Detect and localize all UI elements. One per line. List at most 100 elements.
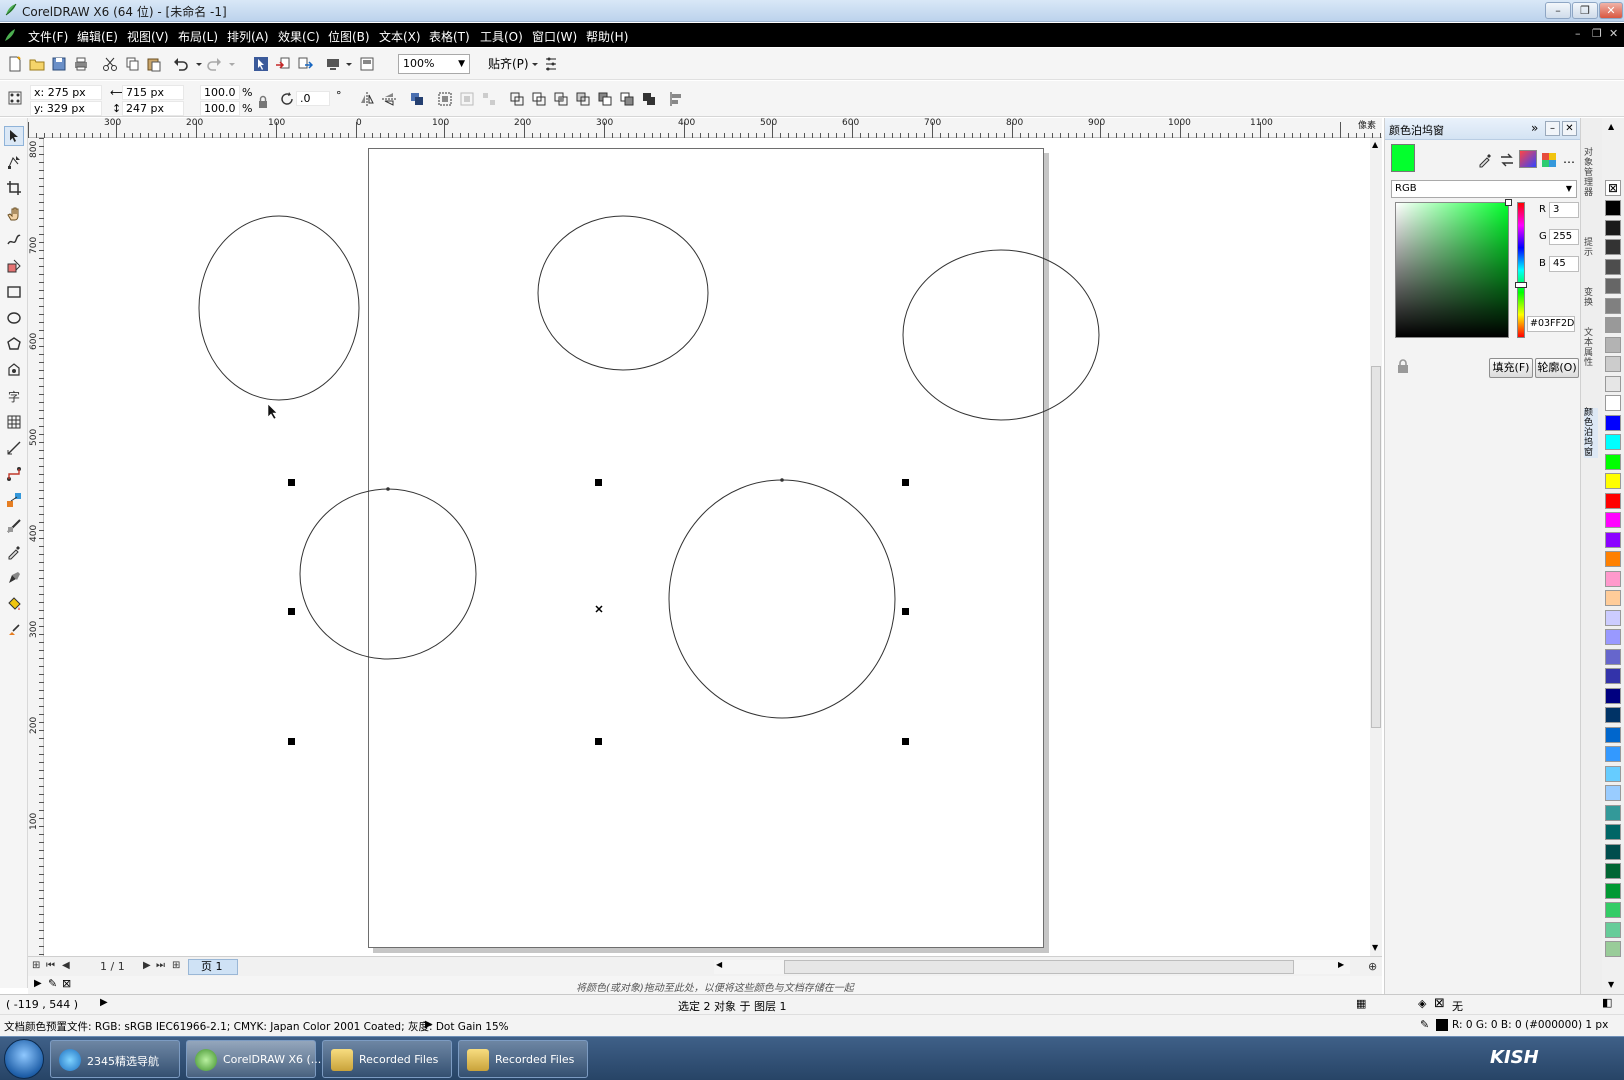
- palette-swatch[interactable]: [1605, 863, 1621, 879]
- palette-expand-icon[interactable]: ▶: [34, 978, 42, 989]
- dimension-tool-icon[interactable]: [4, 438, 24, 458]
- copy-icon[interactable]: [123, 55, 141, 73]
- vertical-ruler[interactable]: 800 700 600 500 400 300 200 100: [28, 138, 44, 956]
- selection-handle[interactable]: [595, 738, 602, 745]
- side-tab-transform[interactable]: 变换: [1584, 288, 1598, 308]
- scale-y-field[interactable]: 100.0: [200, 101, 240, 116]
- ellipse-object[interactable]: [198, 215, 360, 401]
- palette-swatch[interactable]: [1605, 785, 1621, 801]
- mdi-minimize-button[interactable]: –: [1575, 27, 1581, 40]
- lock-icon[interactable]: [1395, 358, 1411, 374]
- rectangle-tool-icon[interactable]: [4, 282, 24, 302]
- side-tab-color-docker[interactable]: 颜色泊坞窗: [1584, 408, 1598, 458]
- add-page-before-icon[interactable]: ⊞: [32, 960, 40, 971]
- red-channel-field[interactable]: 3: [1549, 202, 1579, 218]
- close-button[interactable]: ✕: [1599, 2, 1623, 19]
- pick-tool-icon[interactable]: [4, 126, 24, 146]
- menu-file[interactable]: 文件(F): [28, 28, 68, 45]
- undo-icon[interactable]: [172, 55, 190, 73]
- redo-dropdown-icon[interactable]: [223, 55, 241, 73]
- color-model-select[interactable]: RGB ▼: [1391, 180, 1577, 198]
- lock-ratio-icon[interactable]: [254, 93, 272, 111]
- palette-swatch[interactable]: [1605, 570, 1621, 587]
- color-picker-handle[interactable]: [1505, 199, 1512, 206]
- menu-edit[interactable]: 编辑(E): [77, 28, 118, 45]
- docker-expand-icon[interactable]: »: [1531, 121, 1538, 135]
- selected-ellipse-object[interactable]: [299, 488, 477, 660]
- position-y-field[interactable]: y: 329 px: [30, 101, 102, 116]
- palette-swatch[interactable]: [1605, 687, 1621, 704]
- paste-icon[interactable]: [145, 55, 163, 73]
- group-icon[interactable]: [408, 90, 426, 108]
- rotation-angle-field[interactable]: .0: [296, 91, 330, 106]
- text-tool-icon[interactable]: 字: [4, 386, 24, 406]
- palette-swatch[interactable]: [1605, 804, 1621, 821]
- palette-swatch[interactable]: [1605, 492, 1621, 509]
- palette-swatch[interactable]: [1605, 395, 1621, 411]
- grid-icon[interactable]: ▦: [1356, 997, 1366, 1010]
- status-options-icon[interactable]: ◧: [1602, 996, 1612, 1009]
- palette-swatch[interactable]: [1605, 590, 1621, 606]
- taskbar-browser-button[interactable]: 2345精选导航: [50, 1040, 180, 1078]
- docker-close-button[interactable]: ✕: [1562, 121, 1577, 136]
- palette-swatch[interactable]: [1605, 648, 1621, 665]
- eyedropper-tool-icon[interactable]: [4, 542, 24, 562]
- scroll-down-icon[interactable]: ▼: [1372, 943, 1378, 952]
- selection-center-marker[interactable]: [595, 605, 603, 613]
- maximize-button[interactable]: ❐: [1572, 2, 1598, 19]
- selected-ellipse-object[interactable]: [668, 479, 896, 719]
- ellipse-object[interactable]: [902, 249, 1100, 421]
- horizontal-ruler[interactable]: 300 200 100 0 100 200 300 400 500 600 70…: [28, 118, 1382, 138]
- menu-view[interactable]: 视图(V): [127, 28, 169, 45]
- palette-swatch[interactable]: [1605, 609, 1621, 626]
- weld-icon[interactable]: [508, 90, 526, 108]
- print-icon[interactable]: [72, 55, 90, 73]
- welcome-screen-icon[interactable]: [358, 55, 376, 73]
- minimize-button[interactable]: –: [1545, 2, 1571, 19]
- palette-swatch[interactable]: [1605, 239, 1621, 255]
- color-sliders-icon[interactable]: [1519, 150, 1537, 168]
- menu-text[interactable]: 文本(X): [379, 28, 421, 45]
- hex-color-field[interactable]: #03FF2D: [1527, 316, 1575, 332]
- blue-channel-field[interactable]: 45: [1549, 256, 1579, 272]
- menu-window[interactable]: 窗口(W): [532, 28, 577, 45]
- palette-swatch[interactable]: [1605, 668, 1621, 684]
- palette-swatch[interactable]: [1605, 453, 1621, 470]
- last-page-icon[interactable]: ⏭: [156, 960, 165, 971]
- palette-swatch[interactable]: [1605, 531, 1621, 548]
- palette-swatch[interactable]: [1605, 317, 1621, 333]
- color-palettes-icon[interactable]: [1541, 152, 1557, 168]
- outline-button[interactable]: 轮廓(O): [1535, 358, 1579, 378]
- polygon-tool-icon[interactable]: [4, 334, 24, 354]
- vertical-scrollbar[interactable]: ▲ ▼: [1370, 138, 1382, 956]
- shape-tool-icon[interactable]: [4, 152, 24, 172]
- eyedropper-icon[interactable]: ✎: [48, 977, 57, 990]
- fill-tool-icon[interactable]: [4, 594, 24, 614]
- combine-icon[interactable]: [436, 90, 454, 108]
- crop-tool-icon[interactable]: [4, 178, 24, 198]
- zoom-level-select[interactable]: 100% ▼: [398, 54, 470, 74]
- swap-colors-icon[interactable]: [1499, 152, 1515, 168]
- palette-swatch[interactable]: [1605, 473, 1621, 489]
- ellipse-node[interactable]: [780, 478, 784, 482]
- ellipse-tool-icon[interactable]: [4, 308, 24, 328]
- menu-layout[interactable]: 布局(L): [178, 28, 218, 45]
- object-height-field[interactable]: 247 px: [122, 101, 184, 116]
- intersect-icon[interactable]: [552, 90, 570, 108]
- horizontal-scroll-thumb[interactable]: [784, 960, 1294, 974]
- palette-scroll-up-icon[interactable]: ▲: [1608, 122, 1614, 131]
- palette-swatch[interactable]: [1605, 512, 1621, 528]
- palette-swatch[interactable]: [1605, 258, 1621, 275]
- connector-tool-icon[interactable]: [4, 464, 24, 484]
- palette-swatch[interactable]: [1605, 921, 1621, 938]
- docker-minimize-button[interactable]: –: [1545, 121, 1560, 136]
- save-icon[interactable]: [50, 55, 68, 73]
- horizontal-scrollbar[interactable]: ◀ ▶: [714, 960, 1350, 974]
- selection-handle[interactable]: [288, 738, 295, 745]
- mdi-restore-button[interactable]: ❐: [1592, 27, 1602, 40]
- import-icon[interactable]: [274, 55, 292, 73]
- fill-button[interactable]: 填充(F): [1489, 358, 1533, 378]
- options-icon[interactable]: [542, 55, 560, 73]
- back-minus-front-icon[interactable]: [618, 90, 636, 108]
- smart-fill-tool-icon[interactable]: [4, 256, 24, 276]
